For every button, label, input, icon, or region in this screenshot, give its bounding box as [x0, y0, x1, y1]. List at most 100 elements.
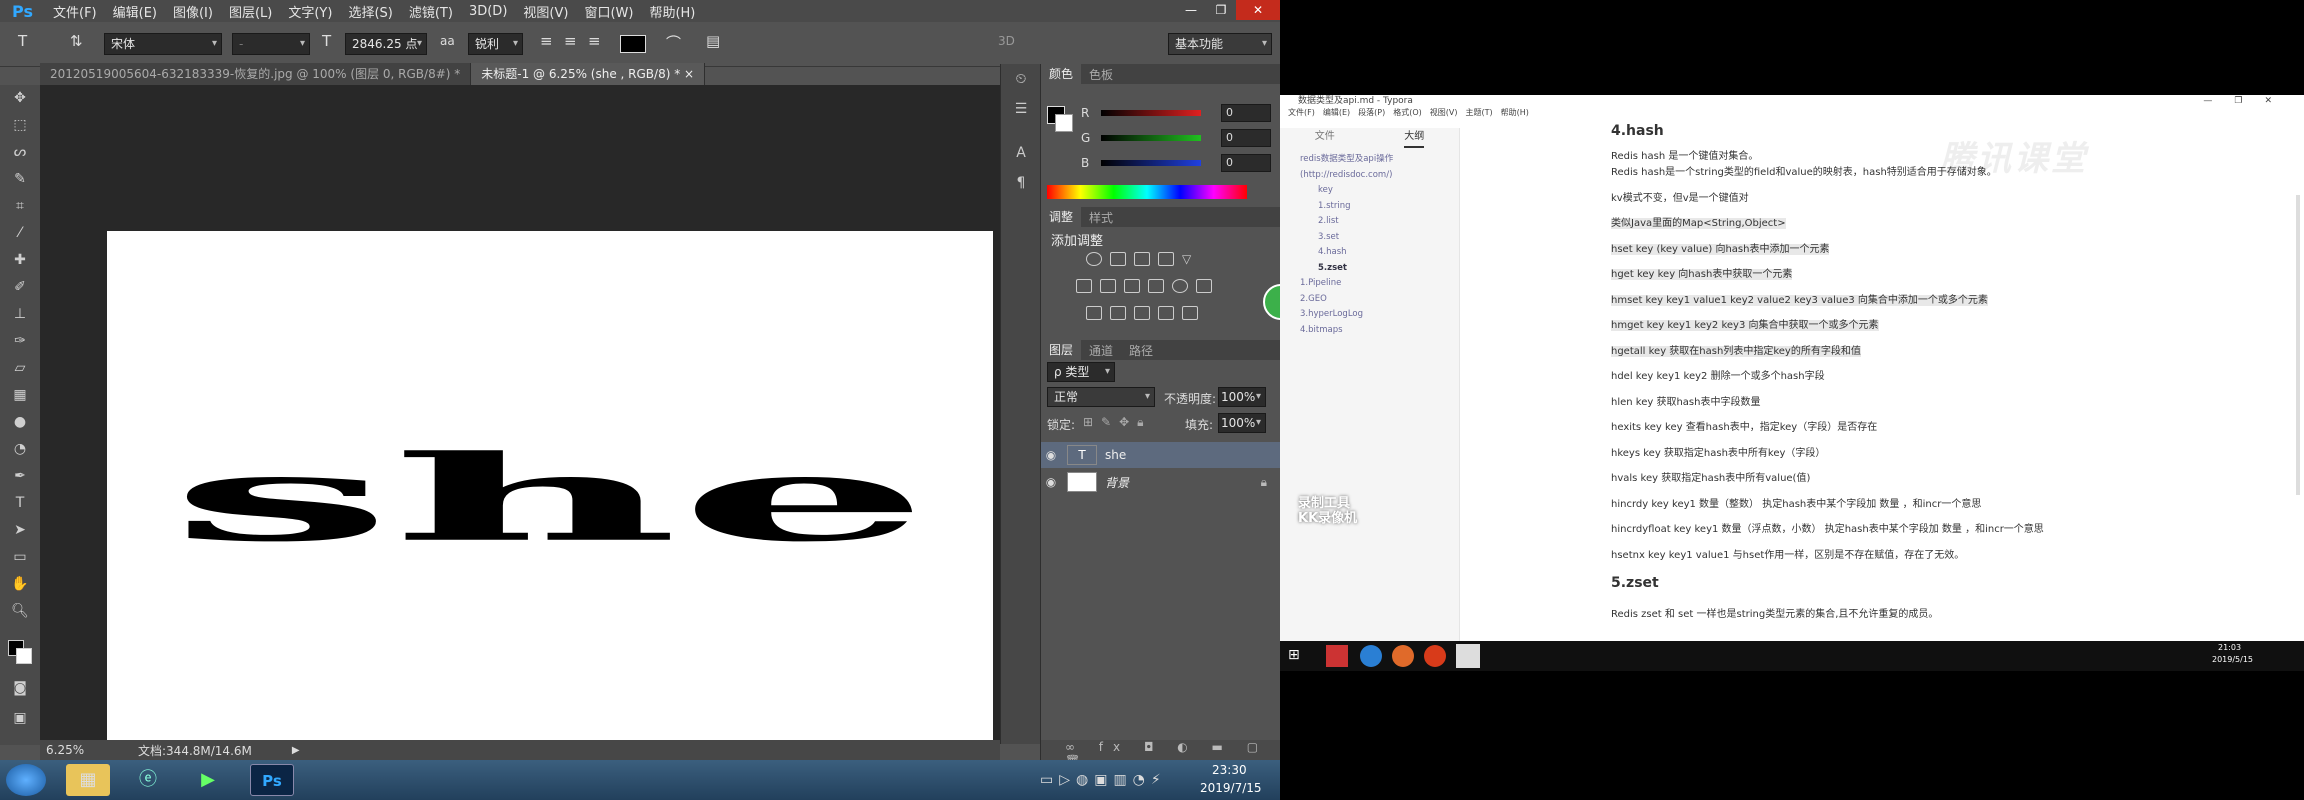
- visibility-eye-icon[interactable]: ◉: [1041, 448, 1061, 462]
- document-canvas[interactable]: she: [107, 231, 993, 764]
- tray-icons[interactable]: ▭▷◍▣▥◔⚡: [1040, 772, 1167, 788]
- eyedropper-tool-icon[interactable]: ⁄: [0, 220, 40, 247]
- outline-item[interactable]: 3.hyperLogLog: [1300, 307, 1459, 323]
- typora-menu-file[interactable]: 文件(F): [1284, 107, 1319, 119]
- explorer-taskbar-icon[interactable]: ▦: [66, 764, 110, 796]
- menu-window[interactable]: 窗口(W): [576, 2, 641, 21]
- outline-item[interactable]: 4.bitmaps: [1300, 323, 1459, 339]
- align-center-icon[interactable]: ≡: [564, 32, 577, 50]
- brightness-icon[interactable]: [1086, 252, 1102, 266]
- scrollbar[interactable]: [2296, 195, 2300, 495]
- type-tool-icon[interactable]: T: [0, 490, 40, 517]
- minimize-icon[interactable]: —: [1176, 0, 1206, 20]
- bg-color-chip[interactable]: [1055, 114, 1073, 132]
- lasso-tool-icon[interactable]: ᔕ: [0, 139, 40, 166]
- text-orientation-icon[interactable]: ⇅: [70, 32, 83, 50]
- opacity-input[interactable]: 100%: [1218, 387, 1266, 407]
- eraser-tool-icon[interactable]: ▱: [0, 355, 40, 382]
- invert-icon[interactable]: [1086, 306, 1102, 320]
- lock-icons[interactable]: ⊞✎✥🔒︎: [1083, 415, 1152, 430]
- floating-green-badge[interactable]: [1263, 284, 1280, 320]
- text-color-swatch[interactable]: [620, 35, 646, 53]
- close-tab-icon[interactable]: ×: [684, 67, 694, 81]
- layer-kind-filter[interactable]: ρ 类型: [1047, 362, 1115, 382]
- crop-tool-icon[interactable]: ⌗: [0, 193, 40, 220]
- typora-menu-view[interactable]: 视图(V): [1426, 107, 1462, 119]
- menu-help[interactable]: 帮助(H): [641, 2, 703, 21]
- tab-document-2[interactable]: 未标题-1 @ 6.25% (she , RGB/8) * ×: [471, 63, 706, 85]
- warp-text-icon[interactable]: ⌒: [666, 32, 681, 53]
- typora-menu-format[interactable]: 格式(O): [1389, 107, 1426, 119]
- green-slider[interactable]: [1101, 135, 1201, 141]
- gradient-map-icon[interactable]: [1182, 306, 1198, 320]
- move-tool-icon[interactable]: ✥: [0, 85, 40, 112]
- color-lookup-icon[interactable]: [1196, 279, 1212, 293]
- font-style-select[interactable]: -: [232, 33, 310, 55]
- quick-mask-icon[interactable]: ◙: [0, 675, 40, 702]
- windows-start-icon[interactable]: ⊞: [1288, 647, 1300, 663]
- quick-select-tool-icon[interactable]: ✎: [0, 166, 40, 193]
- app-taskbar-icon[interactable]: [1392, 645, 1414, 667]
- outline-item[interactable]: redis数据类型及api操作: [1300, 152, 1459, 168]
- selective-color-icon[interactable]: [1158, 306, 1174, 320]
- color-balance-icon[interactable]: [1100, 279, 1116, 293]
- layer-row-background[interactable]: ◉ 背景 🔒︎: [1041, 469, 1280, 495]
- tab-adjustments[interactable]: 调整: [1041, 207, 1082, 227]
- menu-file[interactable]: 文件(F): [45, 2, 105, 21]
- menu-3d[interactable]: 3D(D): [461, 4, 515, 19]
- character-icon[interactable]: A: [1001, 138, 1041, 168]
- blur-tool-icon[interactable]: ●: [0, 409, 40, 436]
- app-taskbar-icon[interactable]: [1360, 645, 1382, 667]
- marquee-tool-icon[interactable]: ⬚: [0, 112, 40, 139]
- restore-icon[interactable]: ❐: [1206, 0, 1236, 20]
- levels-icon[interactable]: [1110, 252, 1126, 266]
- tab-styles[interactable]: 样式: [1081, 209, 1121, 226]
- outline-item[interactable]: (http://redisdoc.com/): [1300, 168, 1459, 184]
- typora-taskbar-icon[interactable]: [1456, 644, 1480, 668]
- zoom-level[interactable]: 6.25%: [40, 743, 128, 757]
- layer-row-she[interactable]: ◉ T she: [1041, 442, 1280, 468]
- workspace-select[interactable]: 基本功能: [1168, 33, 1272, 55]
- menu-edit[interactable]: 编辑(E): [105, 2, 165, 21]
- history-icon[interactable]: ⏲: [1001, 64, 1041, 94]
- hand-tool-icon[interactable]: ✋: [0, 571, 40, 598]
- typora-window-controls[interactable]: —❐✕: [2203, 95, 2294, 107]
- outline-item[interactable]: 4.hash: [1300, 245, 1459, 261]
- channel-mixer-icon[interactable]: [1172, 279, 1188, 293]
- tab-channels[interactable]: 通道: [1081, 342, 1121, 359]
- layer-actions-bar[interactable]: ∞ fx ◘ ◐ ▬ ▢ 🗑︎: [1041, 740, 1280, 768]
- align-right-icon[interactable]: ≡: [588, 32, 601, 50]
- font-size-input[interactable]: 2846.25 点: [345, 33, 427, 55]
- shape-tool-icon[interactable]: ▭: [0, 544, 40, 571]
- typora-menu-edit[interactable]: 编辑(E): [1319, 107, 1354, 119]
- menu-type[interactable]: 文字(Y): [280, 2, 340, 21]
- gradient-tool-icon[interactable]: ▦: [0, 382, 40, 409]
- background-color-swatch[interactable]: [16, 648, 32, 664]
- outline-item[interactable]: 2.GEO: [1300, 292, 1459, 308]
- outline-item[interactable]: 1.Pipeline: [1300, 276, 1459, 292]
- outline-item[interactable]: 2.list: [1300, 214, 1459, 230]
- font-family-select[interactable]: 宋体: [104, 33, 222, 55]
- blue-slider[interactable]: [1101, 160, 1201, 166]
- start-button[interactable]: [6, 764, 46, 796]
- she-text-layer[interactable]: she: [107, 231, 993, 764]
- color-spectrum[interactable]: [1047, 185, 1247, 199]
- paragraph-icon[interactable]: ¶: [1001, 168, 1041, 198]
- typora-menu-paragraph[interactable]: 段落(P): [1354, 107, 1389, 119]
- media-player-taskbar-icon[interactable]: ▶: [186, 764, 230, 796]
- visibility-eye-icon[interactable]: ◉: [1041, 475, 1061, 489]
- green-value[interactable]: 0: [1221, 129, 1271, 147]
- outline-item-active[interactable]: 5.zset: [1300, 261, 1459, 277]
- tab-swatches[interactable]: 色板: [1081, 66, 1121, 83]
- history-brush-tool-icon[interactable]: ✑: [0, 328, 40, 355]
- menu-image[interactable]: 图像(I): [165, 2, 221, 21]
- black-white-icon[interactable]: [1124, 279, 1140, 293]
- brush-tool-icon[interactable]: ✐: [0, 274, 40, 301]
- healing-tool-icon[interactable]: ✚: [0, 247, 40, 274]
- blue-value[interactable]: 0: [1221, 154, 1271, 172]
- pen-tool-icon[interactable]: ✒: [0, 463, 40, 490]
- zoom-tool-icon[interactable]: 🔍︎: [0, 598, 40, 625]
- menu-view[interactable]: 视图(V): [515, 2, 576, 21]
- tab-paths[interactable]: 路径: [1121, 342, 1161, 359]
- close-icon[interactable]: ✕: [1236, 0, 1280, 20]
